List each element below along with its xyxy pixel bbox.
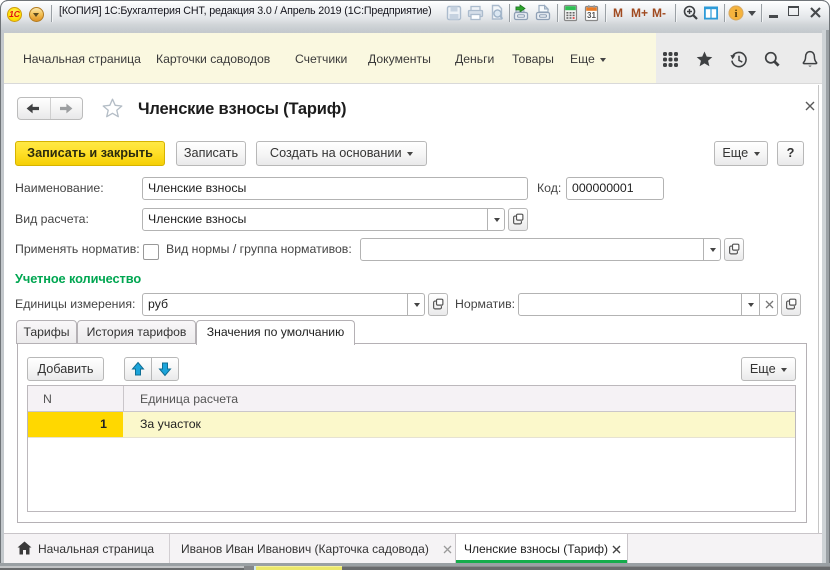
svg-text:i: i (734, 8, 737, 20)
svg-text:31: 31 (587, 11, 596, 20)
